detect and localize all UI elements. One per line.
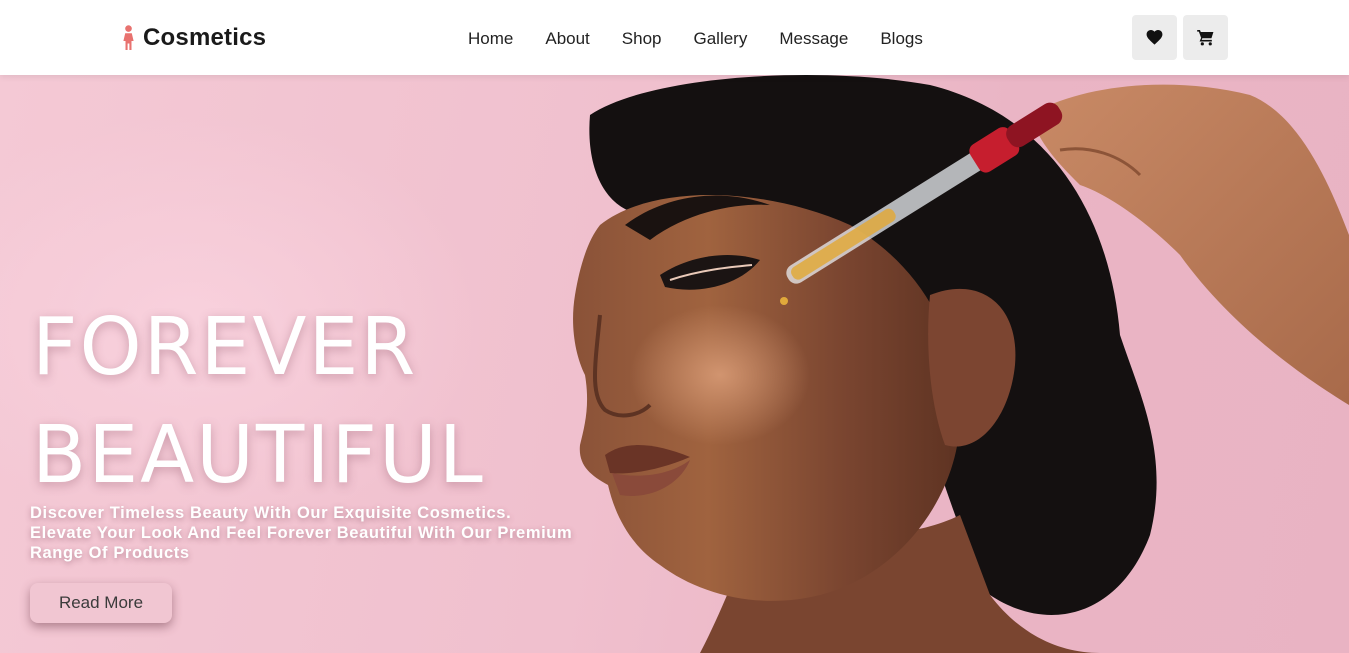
woman-figure-icon (123, 25, 134, 50)
hero-title-line-2: BEAUTIFUL (32, 409, 485, 501)
heart-icon (1146, 30, 1163, 45)
header-actions (1132, 15, 1228, 60)
hero-subtitle-line-1: Discover Timeless Beauty With Our Exquis… (30, 504, 512, 522)
wishlist-button[interactable] (1132, 15, 1177, 60)
cart-icon (1197, 29, 1214, 46)
brand-logo[interactable]: Cosmetics (120, 22, 266, 54)
nav-link-about[interactable]: About (545, 29, 589, 49)
hero-banner: FOREVER BEAUTIFUL Discover Timeless Beau… (0, 75, 1349, 653)
top-navbar: Cosmetics Home About Shop Gallery Messag… (0, 0, 1349, 75)
hero-subtitle-line-2: Elevate Your Look And Feel Forever Beaut… (30, 524, 573, 542)
nav-link-message[interactable]: Message (779, 29, 848, 49)
nav-link-blogs[interactable]: Blogs (880, 29, 923, 49)
nav-link-home[interactable]: Home (468, 29, 513, 49)
hero-subtitle-line-3: Range Of Products (30, 544, 190, 562)
nav-link-gallery[interactable]: Gallery (694, 29, 748, 49)
cart-button[interactable] (1183, 15, 1228, 60)
brand-name: Cosmetics (143, 24, 267, 51)
hero-subtitle: Discover Timeless Beauty With Our Exquis… (30, 503, 590, 563)
main-nav: Home About Shop Gallery Message Blogs (468, 27, 923, 51)
nav-link-shop[interactable]: Shop (622, 29, 662, 49)
hero-title-line-1: FOREVER (32, 301, 418, 393)
read-more-button[interactable]: Read More (30, 583, 172, 623)
hero-title: FOREVER BEAUTIFUL (32, 293, 485, 509)
